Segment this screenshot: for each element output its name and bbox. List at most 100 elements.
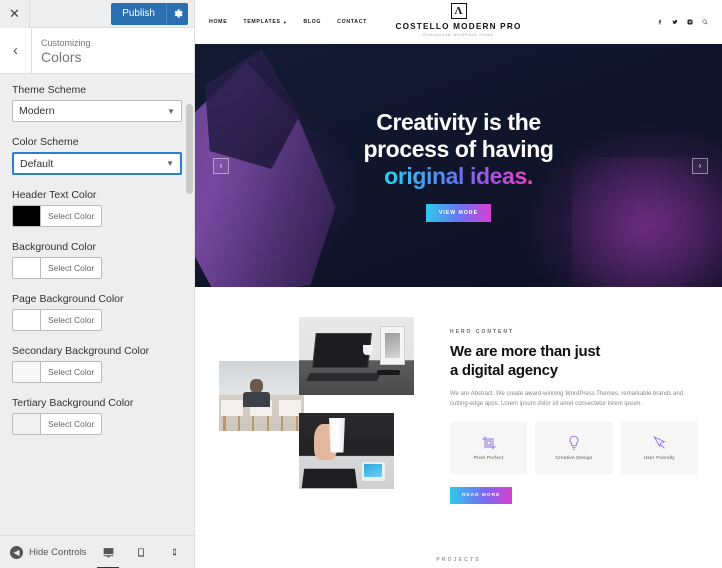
select-color-button[interactable]: Select Color	[40, 257, 103, 279]
feature-label: Creative Design	[555, 456, 593, 461]
hero-prev-arrow[interactable]: ‹	[213, 157, 229, 174]
collapse-icon: ◀	[10, 545, 23, 559]
twitter-icon[interactable]	[672, 19, 678, 25]
main-nav: HOME TEMPLATES ▼ BLOG CONTACT	[209, 19, 367, 25]
theme-scheme-value: Modern	[19, 105, 55, 117]
site-title: COSTELLO MODERN PRO	[395, 22, 522, 31]
theme-scheme-select[interactable]: Modern ▼	[12, 100, 182, 122]
control-page-background-color: Page Background Color Select Color	[12, 293, 182, 331]
color-control: Select Color	[12, 361, 182, 383]
feature-label: User Friendly	[643, 456, 675, 461]
hero-next-arrow[interactable]: ›	[692, 157, 708, 174]
control-header-text-color: Header Text Color Select Color	[12, 189, 182, 227]
control-label: Header Text Color	[12, 189, 97, 201]
hide-controls-button[interactable]: ◀ Hide Controls	[10, 545, 87, 559]
chevron-down-icon: ▼	[166, 159, 174, 168]
hero-line-3: original ideas.	[384, 163, 533, 189]
publish-group: Publish	[111, 2, 188, 25]
select-color-button[interactable]: Select Color	[40, 205, 103, 227]
nav-label: CONTACT	[337, 19, 368, 25]
control-label: Color Scheme	[12, 136, 79, 148]
feature-cards: Pixel Perfect Creative Design User Frien…	[450, 422, 698, 474]
nav-label: TEMPLATES	[243, 19, 281, 25]
select-color-button[interactable]: Select Color	[40, 413, 103, 435]
hero-line-1: Creativity is the	[376, 109, 541, 135]
sidebar-scrollbar[interactable]	[186, 104, 193, 194]
read-more-button[interactable]: READ MORE	[450, 487, 513, 504]
nav-item-contact[interactable]: CONTACT	[337, 19, 367, 25]
hero-heading: Creativity is the process of having orig…	[195, 109, 722, 190]
color-scheme-select[interactable]: Default ▼	[12, 152, 182, 175]
select-color-button[interactable]: Select Color	[40, 309, 103, 331]
hero-content: Creativity is the process of having orig…	[195, 109, 722, 222]
nav-label: HOME	[209, 19, 228, 25]
desktop-icon[interactable]	[97, 539, 119, 568]
gear-icon[interactable]	[166, 2, 188, 25]
site-tagline: Professional WordPress Theme	[423, 32, 494, 37]
color-swatch[interactable]	[12, 257, 40, 279]
select-color-button[interactable]: Select Color	[40, 361, 103, 383]
mobile-icon[interactable]	[164, 539, 184, 565]
color-control: Select Color	[12, 257, 182, 279]
projects-eyebrow: PROJECTS	[436, 557, 481, 563]
nav-item-blog[interactable]: BLOG	[303, 19, 321, 25]
content-text: HERO CONTENT We are more than just a dig…	[450, 317, 698, 504]
control-label: Tertiary Background Color	[12, 397, 134, 409]
back-button[interactable]: ‹	[0, 27, 32, 74]
color-scheme-value: Default	[20, 157, 54, 170]
close-icon[interactable]: ✕	[0, 0, 30, 28]
nav-item-home[interactable]: HOME	[209, 19, 227, 25]
site-preview: HOME TEMPLATES ▼ BLOG CONTACT Λ COSTELLO…	[195, 0, 722, 568]
control-tertiary-background-color: Tertiary Background Color Select Color	[12, 397, 182, 435]
feature-card-pixel-perfect[interactable]: Pixel Perfect	[450, 422, 528, 474]
chevron-down-icon: ▼	[282, 19, 288, 25]
feature-label: Pixel Perfect	[473, 456, 504, 461]
control-label: Theme Scheme	[12, 84, 87, 96]
color-swatch[interactable]	[12, 361, 40, 383]
content-heading-line-2: a digital agency	[450, 362, 558, 379]
collage-image-3	[299, 413, 394, 489]
control-label: Page Background Color	[12, 293, 124, 305]
control-secondary-background-color: Secondary Background Color Select Color	[12, 345, 182, 383]
lightbulb-icon	[569, 435, 579, 450]
content-paragraph: We are Abstract. We create award-winning…	[450, 391, 683, 407]
color-swatch[interactable]	[12, 205, 40, 227]
control-theme-scheme: Theme Scheme Modern ▼	[12, 84, 182, 122]
customizer-panel: ✕ Publish ‹ Customizing Colors Theme Sch…	[0, 0, 195, 568]
color-swatch[interactable]	[12, 309, 40, 331]
customizer-topbar: ✕ Publish	[0, 0, 194, 28]
content-eyebrow: HERO CONTENT	[450, 329, 514, 335]
hero-slider: ‹ › Creativity is the process of having …	[195, 44, 722, 287]
content-heading-line-1: We are more than just	[450, 343, 601, 360]
hero-cta-button[interactable]: VIEW MORE	[425, 204, 492, 222]
customizer-header: ‹ Customizing Colors	[0, 27, 194, 74]
customizing-label: Customizing	[41, 37, 91, 48]
customizer-screen: ✕ Publish ‹ Customizing Colors Theme Sch…	[0, 0, 722, 568]
crop-icon	[481, 436, 496, 450]
hide-controls-label: Hide Controls	[29, 546, 87, 558]
nav-item-templates[interactable]: TEMPLATES ▼	[243, 19, 287, 25]
customizer-footer: ◀ Hide Controls	[0, 535, 194, 568]
color-control: Select Color	[12, 413, 182, 435]
collage-image-1	[219, 361, 304, 431]
feature-card-creative-design[interactable]: Creative Design	[535, 422, 613, 474]
control-background-color: Background Color Select Color	[12, 241, 182, 279]
customizer-controls: Theme Scheme Modern ▼ Color Scheme Defau…	[0, 74, 194, 535]
content-section: HERO CONTENT We are more than just a dig…	[195, 287, 722, 504]
site-header: HOME TEMPLATES ▼ BLOG CONTACT Λ COSTELLO…	[195, 0, 722, 44]
search-icon[interactable]	[702, 19, 708, 25]
social-links	[657, 19, 708, 25]
publish-button[interactable]: Publish	[111, 2, 166, 25]
nav-label: BLOG	[303, 19, 322, 25]
color-swatch[interactable]	[12, 413, 40, 435]
instagram-icon[interactable]	[687, 19, 693, 25]
image-collage	[219, 317, 434, 502]
control-label: Background Color	[12, 241, 97, 253]
facebook-icon[interactable]	[657, 19, 663, 25]
tablet-icon[interactable]	[131, 539, 151, 565]
control-color-scheme: Color Scheme Default ▼	[12, 136, 182, 175]
color-control: Select Color	[12, 205, 182, 227]
panel-title: Colors	[41, 48, 82, 65]
feature-card-user-friendly[interactable]: User Friendly	[620, 422, 698, 474]
hero-line-2: process of having	[363, 136, 554, 162]
